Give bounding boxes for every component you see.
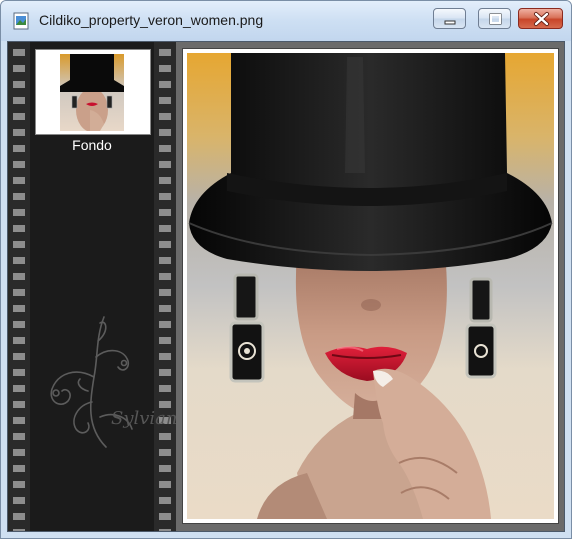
svg-text:Sylviane: Sylviane: [111, 408, 176, 429]
maximize-icon: [489, 13, 502, 25]
right-earring: [465, 277, 497, 379]
portrait-thumbnail-icon: [60, 54, 124, 131]
left-earring: [229, 273, 265, 383]
close-icon: [534, 12, 549, 26]
maximize-button[interactable]: [478, 8, 511, 29]
window-client-area: Fondo Sylviane: [7, 41, 565, 532]
minimize-button[interactable]: [433, 8, 466, 29]
minimize-icon: [444, 20, 456, 25]
window-title: Cildiko_property_veron_women.png: [39, 12, 264, 28]
image-file-icon: [13, 12, 29, 30]
close-button[interactable]: [518, 8, 563, 29]
layer-thumbnail[interactable]: [35, 49, 151, 135]
layers-filmstrip: Fondo Sylviane: [8, 42, 176, 531]
image-preview-frame: [182, 48, 559, 524]
film-perforations-right: [154, 42, 176, 531]
swirl-signature-watermark-icon: Sylviane: [50, 316, 176, 448]
image-window: Cildiko_property_veron_women.png Fondo S…: [0, 0, 572, 539]
film-perforations-left: [8, 42, 30, 531]
woman-in-top-hat-image-icon[interactable]: [187, 53, 554, 519]
layer-label[interactable]: Fondo: [30, 137, 154, 153]
title-bar[interactable]: Cildiko_property_veron_women.png: [1, 1, 571, 41]
